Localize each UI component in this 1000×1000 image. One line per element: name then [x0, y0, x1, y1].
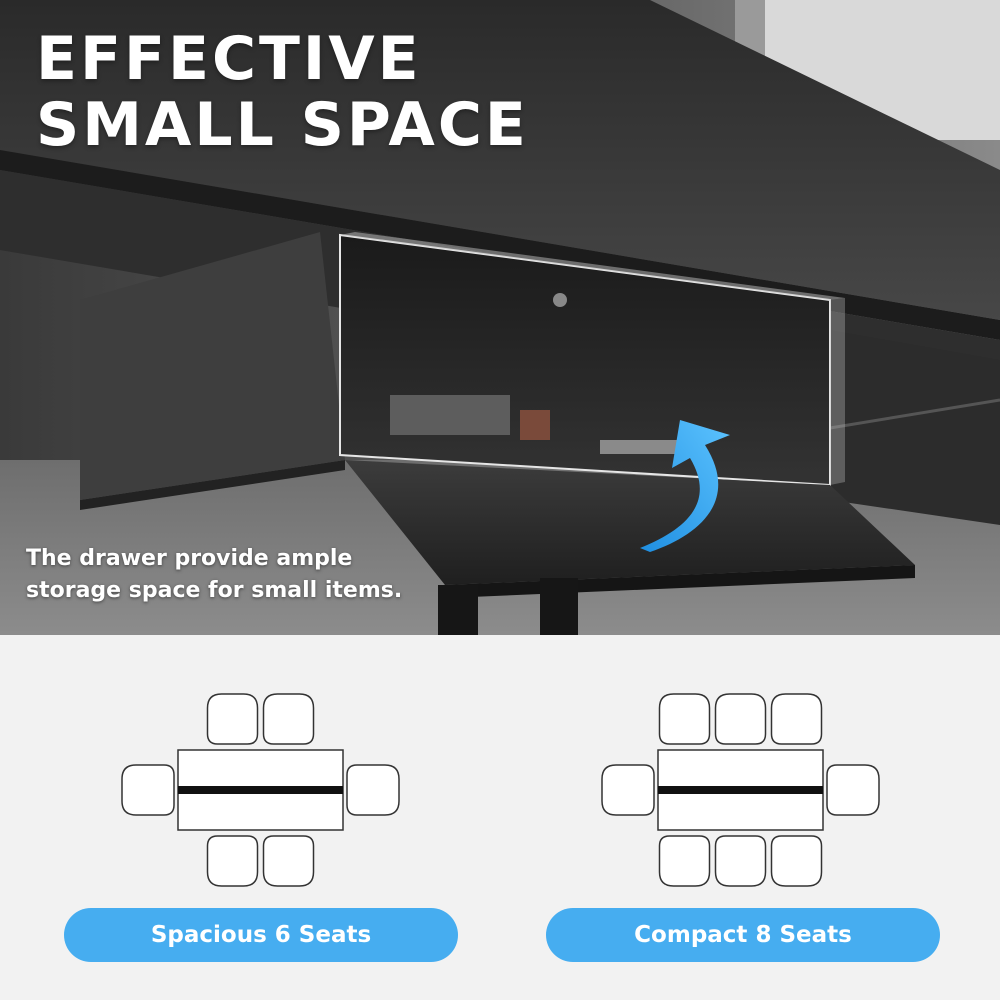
- chair-icon: [714, 835, 767, 887]
- table-divider: [658, 786, 823, 794]
- headline: EFFECTIVE SMALL SPACE: [36, 26, 529, 158]
- layout-8-seats: [598, 690, 883, 890]
- chair-icon: [206, 693, 259, 745]
- compact-8-seats-label: Compact 8 Seats: [546, 908, 940, 962]
- chair-icon: [121, 764, 175, 816]
- chair-icon: [206, 835, 259, 887]
- hero-photo: EFFECTIVE SMALL SPACE The drawer provide…: [0, 0, 1000, 635]
- table-8-seats-diagram: [601, 693, 880, 887]
- spacious-6-seats-label: Spacious 6 Seats: [64, 908, 458, 962]
- chair-icon: [601, 764, 655, 816]
- chair-icon: [262, 693, 315, 745]
- chair-icon: [714, 693, 767, 745]
- chair-icon: [658, 835, 711, 887]
- caption-line-2: storage space for small items.: [26, 578, 403, 603]
- chair-icon: [346, 764, 400, 816]
- table-6-seats-diagram: [121, 693, 400, 887]
- headline-line-2: SMALL SPACE: [36, 90, 529, 160]
- drawer-caption: The drawer provide ample storage space f…: [26, 543, 402, 607]
- layout-6-seats: [118, 690, 403, 890]
- chair-icon: [770, 693, 823, 745]
- seating-comparison: Spacious 6 Seats Compact 8 Seats: [0, 635, 1000, 1000]
- headline-line-1: EFFECTIVE: [36, 24, 422, 94]
- chair-icon: [770, 835, 823, 887]
- chair-icon: [658, 693, 711, 745]
- chair-icon: [262, 835, 315, 887]
- chair-icon: [826, 764, 880, 816]
- table-divider: [178, 786, 343, 794]
- caption-line-1: The drawer provide ample: [26, 546, 353, 571]
